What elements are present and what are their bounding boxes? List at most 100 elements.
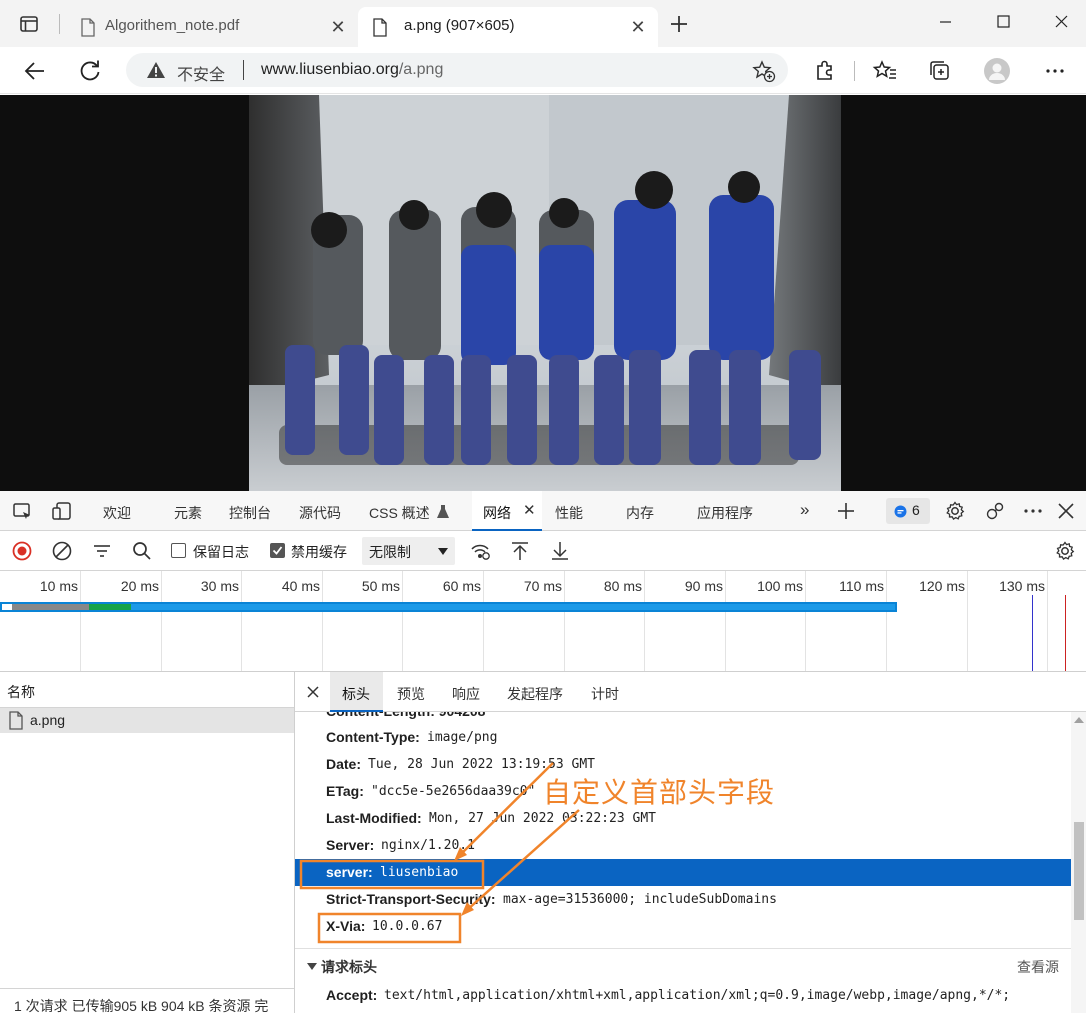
- maximize-icon[interactable]: [980, 8, 1026, 36]
- profile-avatar-icon[interactable]: [983, 57, 1011, 85]
- close-tab-icon[interactable]: ✕: [628, 17, 648, 37]
- import-har-icon[interactable]: [509, 540, 531, 562]
- header-value: "dcc5e-5e2656daa39c0": [371, 784, 536, 799]
- devtools-tab-performance[interactable]: 性能: [555, 503, 583, 523]
- close-tab-icon[interactable]: ✕: [328, 17, 348, 37]
- tab-pdf[interactable]: Algorithem_note.pdf ✕: [68, 7, 358, 47]
- request-headers-title[interactable]: 请求标头: [321, 957, 377, 977]
- tab-title: a.png (907×605): [404, 17, 515, 34]
- collapse-caret-icon[interactable]: [307, 963, 317, 970]
- disable-cache-label[interactable]: 禁用缓存: [291, 542, 347, 562]
- timeline-tick-label: 130 ms: [999, 578, 1045, 594]
- favorites-icon[interactable]: [871, 57, 899, 85]
- minimize-icon[interactable]: [922, 8, 968, 36]
- header-value: nginx/1.20.1: [381, 838, 475, 853]
- header-value: text/html,application/xhtml+xml,applicat…: [384, 988, 1011, 1003]
- response-header-row[interactable]: Content-Type: image/png: [295, 724, 1071, 751]
- detail-tab-preview[interactable]: 预览: [397, 684, 425, 704]
- response-header-row[interactable]: Strict-Transport-Security: max-age=315360…: [295, 886, 1071, 913]
- timeline-gridline: [1047, 571, 1048, 671]
- devtools-tab-welcome[interactable]: 欢迎: [103, 503, 131, 523]
- close-detail-icon[interactable]: [305, 684, 321, 700]
- devtools-tab-application[interactable]: 应用程序: [697, 503, 753, 523]
- header-value: 10.0.0.67: [372, 919, 443, 934]
- network-conditions-icon[interactable]: [469, 540, 491, 562]
- browser-toolbar: 不安全 www.liusenbiao.org/a.png: [0, 47, 1086, 94]
- export-har-icon[interactable]: [549, 540, 571, 562]
- devtools-more-icon[interactable]: [1022, 500, 1044, 522]
- detail-tab-response[interactable]: 响应: [452, 684, 480, 704]
- header-key: Last-Modified:: [326, 810, 422, 826]
- address-bar[interactable]: 不安全 www.liusenbiao.org/a.png: [126, 53, 788, 87]
- customize-icon[interactable]: [984, 500, 1006, 522]
- load-marker: [1065, 595, 1066, 671]
- add-tab-icon[interactable]: [835, 500, 857, 522]
- header-key: Content-Type:: [326, 729, 420, 745]
- url-text[interactable]: www.liusenbiao.org/a.png: [261, 61, 443, 79]
- checkmark-icon: [272, 546, 283, 555]
- devtools-tab-memory[interactable]: 内存: [626, 503, 654, 523]
- disable-cache-checkbox[interactable]: [270, 543, 285, 558]
- add-favorite-icon[interactable]: [752, 59, 776, 83]
- network-settings-gear-icon[interactable]: [1054, 540, 1076, 562]
- close-devtools-icon[interactable]: [1055, 500, 1077, 522]
- tab-png[interactable]: a.png (907×605) ✕: [358, 7, 658, 47]
- more-tabs-icon[interactable]: »: [800, 500, 809, 520]
- refresh-icon[interactable]: [76, 57, 104, 85]
- collections-icon[interactable]: [926, 57, 954, 85]
- preserve-log-label[interactable]: 保留日志: [193, 542, 249, 562]
- close-panel-icon[interactable]: ✕: [523, 501, 536, 519]
- response-header-row-selected[interactable]: server: liusenbiao: [295, 859, 1071, 886]
- scroll-up-arrow-icon[interactable]: [1074, 717, 1084, 723]
- document-icon: [373, 18, 387, 37]
- name-column-header[interactable]: 名称: [7, 682, 35, 702]
- request-header-row[interactable]: Accept: text/html,application/xhtml+xml,…: [295, 982, 1071, 1009]
- detail-tab-initiator[interactable]: 发起程序: [507, 684, 563, 704]
- preserve-log-checkbox[interactable]: [171, 543, 186, 558]
- clear-icon[interactable]: [51, 540, 73, 562]
- warning-icon[interactable]: [146, 60, 166, 80]
- new-tab-icon[interactable]: [668, 13, 690, 35]
- devtools-tab-network[interactable]: 网络 ✕: [472, 491, 542, 531]
- request-detail-panel: 标头 预览 响应 发起程序 计时 Content-Length: 904208 …: [295, 672, 1086, 1013]
- more-options-icon[interactable]: [1041, 57, 1069, 85]
- url-path: /a.png: [398, 61, 444, 78]
- inspect-element-icon[interactable]: [11, 500, 33, 522]
- filter-icon[interactable]: [91, 540, 113, 562]
- devtools-tab-sources[interactable]: 源代码: [299, 503, 341, 523]
- view-source-link[interactable]: 查看源: [1017, 957, 1059, 977]
- vertical-scrollbar[interactable]: [1071, 712, 1086, 1013]
- throttling-value: 无限制: [369, 544, 411, 560]
- dropdown-caret-icon: [438, 548, 448, 555]
- close-window-icon[interactable]: [1038, 8, 1084, 36]
- response-header-row[interactable]: X-Via: 10.0.0.67: [295, 913, 1071, 940]
- network-overview-timeline[interactable]: 10 ms 20 ms 30 ms 40 ms 50 ms 60 ms 70 ms 80 ms…: [0, 571, 1086, 672]
- toolbar-divider: [854, 61, 855, 81]
- detail-tab-headers[interactable]: 标头: [330, 672, 383, 712]
- search-icon[interactable]: [131, 540, 153, 562]
- devtools-tab-console[interactable]: 控制台: [229, 503, 271, 523]
- security-label[interactable]: 不安全: [177, 61, 225, 85]
- throttling-select[interactable]: 无限制: [362, 537, 455, 565]
- devtools-tab-css-overview[interactable]: CSS 概述: [369, 503, 430, 523]
- header-key: Accept:: [326, 987, 378, 1003]
- extensions-icon[interactable]: [811, 57, 839, 85]
- network-summary-text: 1 次请求 已传输905 kB 904 kB 条资源 完: [14, 998, 269, 1013]
- request-row[interactable]: a.png: [0, 708, 294, 733]
- response-header-row[interactable]: Server: nginx/1.20.1: [295, 832, 1071, 859]
- settings-gear-icon[interactable]: [944, 500, 966, 522]
- back-icon[interactable]: [21, 57, 49, 85]
- url-host: www.liusenbiao.org: [261, 61, 399, 78]
- scrollbar-thumb[interactable]: [1074, 822, 1084, 920]
- record-stop-icon[interactable]: [11, 540, 33, 562]
- devtools-tab-elements[interactable]: 元素: [174, 503, 202, 523]
- header-key: server:: [326, 864, 373, 880]
- detail-tab-timing[interactable]: 计时: [591, 684, 619, 704]
- displayed-image[interactable]: [249, 95, 841, 491]
- request-list-header[interactable]: 名称: [0, 672, 294, 708]
- tab-actions-icon[interactable]: [18, 13, 40, 35]
- header-value: liusenbiao: [380, 865, 459, 880]
- device-emulation-icon[interactable]: [51, 500, 73, 522]
- issues-badge[interactable]: 6: [886, 498, 930, 524]
- message-icon: [894, 505, 907, 518]
